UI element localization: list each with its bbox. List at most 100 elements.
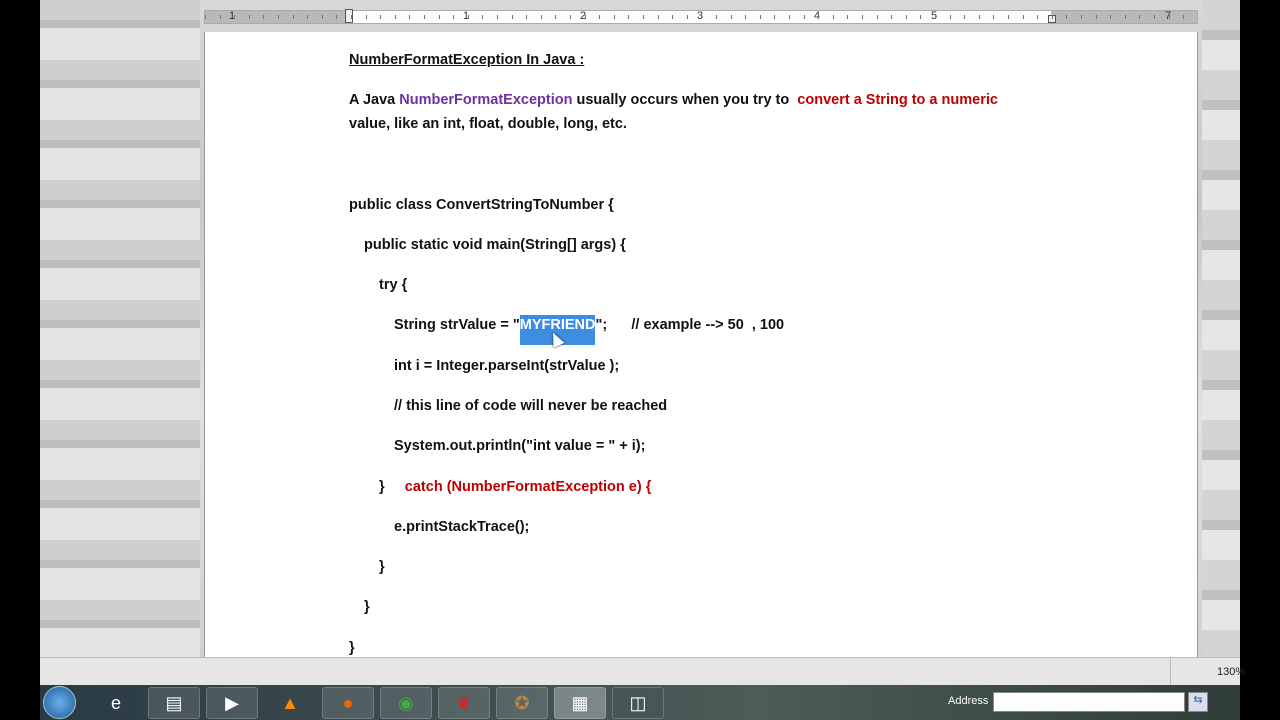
ruler-tick [686,15,688,19]
ruler-tick [1008,15,1009,19]
media-player-icon[interactable]: ▶ [206,687,258,719]
ruler-tick [1095,15,1097,19]
ruler-tick [759,15,761,19]
code-line: } [364,599,370,615]
ruler-tick [978,15,980,19]
ruler-tick [1183,15,1185,19]
ruler-tick [205,15,206,19]
zoom-level[interactable]: 130% [1170,658,1245,686]
ruler-tick [949,15,951,19]
ruler-tick [351,15,352,19]
ruler-tick [424,15,425,19]
ruler-tick [716,15,717,19]
code-line: public static void main(String[] args) { [364,237,626,253]
left-background [40,0,200,657]
go-icon[interactable]: ⇆ [1188,692,1208,712]
ruler-tick [1022,15,1024,19]
ruler-tick [409,15,411,19]
text: } [379,479,405,495]
ruler-tick [701,15,703,19]
code-line: int i = Integer.parseInt(strValue ); [394,358,620,374]
ruler-tick [248,15,250,19]
right-background [1202,0,1240,657]
ruler-tick [234,15,236,19]
code-line: System.out.println("int value = " + i); [394,438,646,454]
ruler-tick [920,15,922,19]
ruler-tick [1139,15,1141,19]
ruler-tick [467,15,469,19]
code-line: e.printStackTrace(); [394,519,530,535]
ruler-tick [278,15,279,19]
ruler-tick [511,15,513,19]
ruler-tick [497,15,498,19]
ruler-tick [307,15,309,19]
ruler-tick [1066,15,1068,19]
paragraph-line-2: value, like an int, float, double, long,… [349,116,627,132]
address-label: Address [948,695,989,707]
ruler-tick [1081,15,1082,19]
ruler-tick [1110,15,1112,19]
ruler-tick [789,15,790,19]
ruler-tick [336,15,338,19]
ruler-tick [832,15,834,19]
ruler-tick [438,15,440,19]
app-red-icon[interactable]: ❦ [438,687,490,719]
code-line: public class ConvertStringToNumber { [349,197,614,213]
ruler-tick [818,15,820,19]
ruler-tick [745,15,747,19]
ruler-tick [628,15,630,19]
address-input[interactable] [993,692,1185,712]
text: A Java [349,92,400,108]
ruler-tick [292,15,294,19]
code-line: try { [379,277,408,293]
start-button[interactable] [43,686,76,719]
ruler-tick [1154,15,1155,19]
ruler-tick [993,15,995,19]
ruler-tick [540,15,542,19]
ruler-tick [891,15,893,19]
ruler-tick [555,15,557,19]
highlight-text: catch (NumberFormatException e) { [404,479,652,495]
ruler-tick [1168,15,1170,19]
code-line: // this line of code will never be reach… [394,398,668,414]
text: String strValue = " [394,317,520,333]
ruler-tick [643,15,644,19]
taskbar: e ▤ ▶ ▲ ● ◉ ❦ ✪ ▦ ◫ Address ⇆ [40,685,1240,720]
ruler-tick [453,15,455,19]
word-document-icon[interactable]: ▦ [554,687,606,719]
status-bar: 130% [40,657,1245,686]
ruler-tick [365,15,367,19]
ruler-tick [570,15,571,19]
ruler-tick [219,15,221,19]
ruler-tick [935,15,936,19]
ruler-tick [1124,15,1126,19]
ruler-tick [584,15,586,19]
document-page[interactable]: NumberFormatException In Java : A Java N… [204,32,1198,657]
code-line: } [379,559,385,575]
ruler-tick [862,15,863,19]
ruler-tick [599,15,601,19]
highlight-text: NumberFormatException [399,92,573,108]
ruler-tick [380,15,382,19]
ruler-tick [1051,15,1053,19]
ruler-tick [803,15,805,19]
ruler-tick [876,15,878,19]
ruler-tick [321,15,323,19]
text: "; // example --> 50 , 100 [595,317,785,333]
file-explorer-icon[interactable]: ▤ [148,687,200,719]
app-tool-icon[interactable]: ◫ [612,687,664,719]
ruler-tick [613,15,615,19]
app-game-icon[interactable]: ✪ [496,687,548,719]
doc-heading: NumberFormatException In Java : [349,52,585,68]
highlight-text: convert a String to a numeric [797,92,998,108]
firefox-icon[interactable]: ● [322,687,374,719]
ruler-tick [672,15,674,19]
internet-explorer-icon[interactable]: e [90,687,142,719]
text: usually occurs when you try to [572,92,798,108]
horizontal-ruler[interactable]: 1 1 2 3 4 5 7 [204,9,1198,24]
ruler-tick [394,15,396,19]
chrome-icon[interactable]: ◉ [380,687,432,719]
paragraph-line-1: A Java NumberFormatException usually occ… [349,92,998,108]
ruler-tick [730,15,732,19]
vlc-icon[interactable]: ▲ [264,687,316,719]
